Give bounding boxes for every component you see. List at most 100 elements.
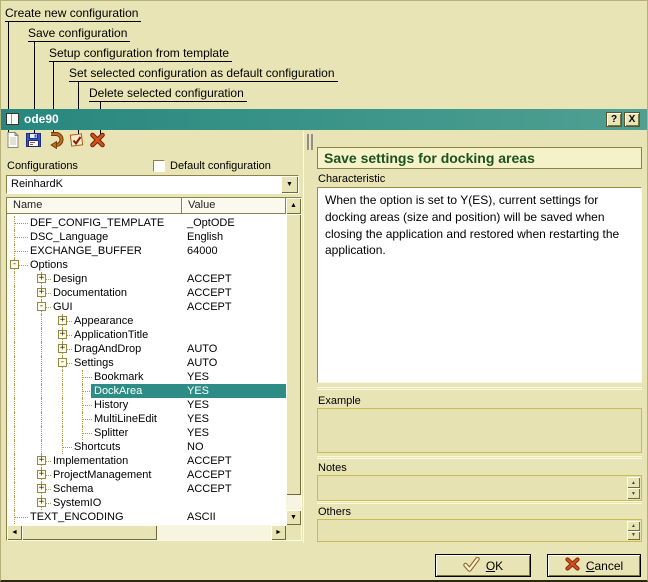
tree-row[interactable]: +Appearance: [8, 314, 286, 328]
tree-row[interactable]: +ApplicationTitle: [8, 328, 286, 342]
set-default-configuration-button[interactable]: [68, 131, 86, 149]
collapse-icon[interactable]: -: [58, 358, 67, 367]
callout-save: Save configuration: [28, 26, 130, 42]
tree-row[interactable]: +ProjectManagementACCEPT: [8, 468, 286, 482]
tree-row[interactable]: DockAreaYES: [8, 384, 286, 398]
mini-scrollbar[interactable]: ▲ ▼: [627, 521, 640, 540]
example-textbox[interactable]: [317, 408, 642, 453]
expand-icon[interactable]: +: [37, 288, 46, 297]
scroll-right-icon[interactable]: ►: [271, 525, 286, 540]
others-textbox[interactable]: ▲ ▼: [317, 519, 642, 542]
tree-row[interactable]: SplitterYES: [8, 426, 286, 440]
ok-button-label: OK: [486, 559, 503, 573]
save-floppy-icon: [25, 136, 43, 153]
tree-row[interactable]: -Settings AUTO: [8, 356, 286, 370]
configuration-combobox[interactable]: ReinhardK ▼: [6, 175, 299, 194]
chevron-down-icon[interactable]: ▼: [281, 176, 298, 193]
help-button[interactable]: ?: [606, 112, 622, 127]
scroll-left-icon[interactable]: ◄: [7, 525, 22, 540]
expand-icon[interactable]: +: [58, 316, 67, 325]
expand-icon[interactable]: +: [58, 344, 67, 353]
close-button[interactable]: X: [624, 112, 640, 127]
tree-row[interactable]: +SystemIO: [8, 496, 286, 510]
scroll-down-icon[interactable]: ▼: [627, 531, 640, 541]
expand-icon[interactable]: +: [37, 456, 46, 465]
window-titlebar[interactable]: ode90 ? X: [1, 109, 648, 130]
tree-node-name: MultiLineEdit: [94, 413, 157, 425]
scroll-down-icon[interactable]: ▼: [286, 510, 301, 525]
tree-node-value: ACCEPT: [187, 287, 232, 299]
configuration-tree: Name Value DEF_CONFIG_TEMPLATE_OptODEDSC…: [6, 197, 302, 541]
collapse-icon[interactable]: -: [37, 302, 46, 311]
tree-row[interactable]: MultiLineEdit YES: [8, 412, 286, 426]
expand-icon[interactable]: +: [37, 484, 46, 493]
section-splitter[interactable]: [317, 456, 642, 462]
expand-icon[interactable]: +: [37, 498, 46, 507]
tree-row[interactable]: +SchemaACCEPT: [8, 482, 286, 496]
delete-configuration-button[interactable]: [89, 131, 107, 149]
tree-node-value: AUTO: [187, 357, 217, 369]
expand-icon[interactable]: +: [37, 470, 46, 479]
tree-horizontal-scrollbar[interactable]: ◄ ►: [7, 525, 286, 540]
tree-node-name: Implementation: [53, 455, 128, 467]
scroll-down-icon[interactable]: ▼: [627, 488, 640, 499]
expand-icon[interactable]: +: [58, 330, 67, 339]
tree-node-name: ProjectManagement: [53, 469, 151, 481]
cancel-button-label: Cancel: [586, 559, 623, 573]
save-configuration-button[interactable]: [25, 131, 43, 149]
cancel-button[interactable]: Cancel: [547, 554, 641, 577]
scrollbar-corner: [286, 525, 301, 540]
collapse-icon[interactable]: -: [10, 260, 19, 269]
scroll-up-icon[interactable]: ▲: [627, 521, 640, 531]
ok-button[interactable]: OK: [435, 554, 531, 577]
tree-row[interactable]: DSC_LanguageEnglish: [8, 230, 286, 244]
tree-node-value: YES: [187, 427, 209, 439]
characteristic-textbox[interactable]: When the option is set to Y(ES), current…: [317, 187, 642, 383]
tree-row[interactable]: +DocumentationACCEPT: [8, 286, 286, 300]
tree-row[interactable]: + Design ACCEPT: [8, 272, 286, 286]
tree-node-name: History: [94, 399, 128, 411]
panel-splitter[interactable]: [303, 131, 304, 543]
tree-vertical-scrollbar[interactable]: ▲ ▼: [286, 198, 301, 525]
tree-row[interactable]: -Options: [8, 258, 286, 272]
default-configuration-checkbox[interactable]: [153, 160, 165, 172]
scroll-up-icon[interactable]: ▲: [627, 477, 640, 488]
tree-node-value: NO: [187, 441, 204, 453]
mini-scrollbar[interactable]: ▲ ▼: [627, 477, 640, 499]
scroll-up-icon[interactable]: ▲: [286, 198, 301, 214]
splitter-handle-icon[interactable]: [307, 134, 314, 150]
new-document-icon: [4, 136, 22, 153]
column-header-name[interactable]: Name: [7, 198, 182, 214]
tree-row[interactable]: +DragAndDropAUTO: [8, 342, 286, 356]
expand-icon[interactable]: +: [37, 274, 46, 283]
edit-check-icon: [68, 136, 86, 153]
tree-row[interactable]: EXCHANGE_BUFFER64000: [8, 244, 286, 258]
section-splitter[interactable]: [317, 501, 642, 507]
horizontal-scroll-thumb[interactable]: [22, 525, 157, 540]
tree-node-name: Schema: [53, 483, 93, 495]
tree-node-name: TEXT_ENCODING: [30, 511, 124, 523]
tree-node-value: YES: [187, 399, 209, 411]
tree-node-value: _OptODE: [187, 217, 235, 229]
tree-node-value: ACCEPT: [187, 273, 232, 285]
notes-label: Notes: [318, 462, 347, 474]
tree-node-name: Settings: [74, 357, 114, 369]
tree-node-name: Shortcuts: [74, 441, 120, 453]
setup-from-template-button[interactable]: [46, 131, 64, 149]
tree-row[interactable]: DEF_CONFIG_TEMPLATE_OptODE: [8, 216, 286, 230]
column-header-value[interactable]: Value: [182, 198, 286, 214]
notes-textbox[interactable]: ▲ ▼: [317, 475, 642, 501]
tree-row[interactable]: TEXT_ENCODINGASCII: [8, 510, 286, 524]
tree-node-name: Design: [53, 273, 87, 285]
section-splitter[interactable]: [317, 387, 642, 393]
tree-row[interactable]: -GUIACCEPT: [8, 300, 286, 314]
tree-node-value: YES: [187, 413, 209, 425]
new-configuration-button[interactable]: [4, 131, 22, 149]
tree-row[interactable]: BookmarkYES: [8, 370, 286, 384]
tree-node-value: ACCEPT: [187, 301, 232, 313]
tree-row[interactable]: Shortcuts NO: [8, 440, 286, 454]
tree-row[interactable]: History YES: [8, 398, 286, 412]
default-configuration-label: Default configuration: [170, 160, 271, 172]
vertical-scroll-thumb[interactable]: [286, 214, 301, 495]
tree-row[interactable]: +ImplementationACCEPT: [8, 454, 286, 468]
